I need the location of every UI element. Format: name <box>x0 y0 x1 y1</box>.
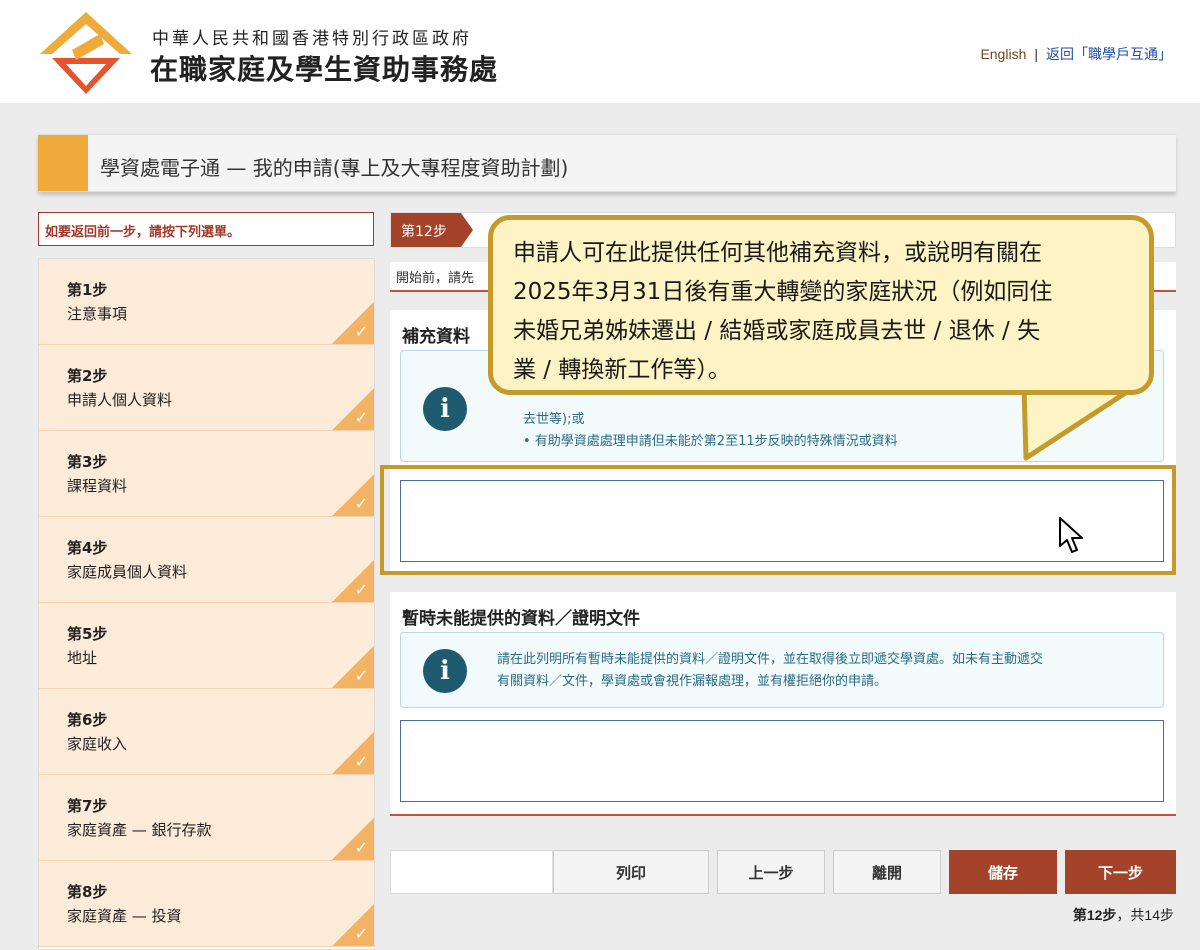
textarea-highlight-frame <box>380 465 1176 575</box>
total-step-count: 共14步 <box>1130 907 1174 923</box>
section-title: 補充資料 <box>402 327 470 347</box>
nav-step-number: 第1步 <box>67 281 108 299</box>
completed-check-icon: ✓ <box>332 302 374 344</box>
callout-line: 未婚兄弟姊妹遷出 / 結婚或家庭成員去世 / 退休 / 失 <box>513 318 1041 344</box>
nav-step-label: 注意事項 <box>67 305 128 323</box>
print-button[interactable]: 列印 <box>553 850 709 894</box>
info-icon: i <box>423 649 467 693</box>
gov-name: 中華人民共和國香港特別行政區政府 <box>152 29 472 49</box>
current-step-badge: 第12步 <box>391 213 473 247</box>
completed-check-icon: ✓ <box>332 646 374 688</box>
nav-item-step-3[interactable]: 第3步 課程資料 ✓ <box>39 431 374 517</box>
nav-step-label: 家庭資產 — 投資 <box>67 907 182 925</box>
nav-step-label: 課程資料 <box>67 477 128 495</box>
completed-check-icon: ✓ <box>332 388 374 430</box>
current-step-count: 第12步 <box>1072 907 1117 923</box>
nav-item-step-1[interactable]: 第1步 注意事項 ✓ <box>39 259 374 345</box>
next-step-button[interactable]: 下一步 <box>1065 850 1176 894</box>
leave-button[interactable]: 離開 <box>833 850 941 894</box>
nav-item-step-5[interactable]: 第5步 地址 ✓ <box>39 603 374 689</box>
nav-step-number: 第7步 <box>67 797 108 815</box>
nav-hint: 如要返回前一步，請按下列選單。 <box>38 212 374 246</box>
callout-line: 2025年3月31日後有重大轉變的家庭狀況（例如同住 <box>513 279 1053 305</box>
nav-step-number: 第4步 <box>67 539 108 557</box>
page-title-bar: 學資處電子通 — 我的申請(專上及大專程度資助計劃) <box>38 134 1176 192</box>
nav-step-label: 地址 <box>67 649 98 667</box>
nav-step-label: 申請人個人資料 <box>67 391 173 409</box>
english-link[interactable]: English <box>980 46 1026 62</box>
callout-tail <box>1020 386 1140 461</box>
nav-step-number: 第2步 <box>67 367 108 385</box>
nav-item-step-2[interactable]: 第2步 申請人個人資料 ✓ <box>39 345 374 431</box>
info-line: • 有助學資處處理申請但未能於第2至11步反映的特殊情況或資料 <box>523 434 898 449</box>
nav-step-number: 第5步 <box>67 625 108 643</box>
help-callout: 申請人可在此提供任何其他補充資料，或說明有關在 2025年3月31日後有重大轉變… <box>488 215 1154 395</box>
nav-step-label: 家庭收入 <box>67 735 128 753</box>
section-title: 暫時未能提供的資料／證明文件 <box>402 609 640 629</box>
step-progress: 第12步，共14步 <box>1072 907 1174 923</box>
nav-step-label: 家庭資產 — 銀行存款 <box>67 821 212 839</box>
back-to-portal-link[interactable]: 返回「職學戶互通」 <box>1046 46 1172 62</box>
wfsfaa-logo-icon <box>40 12 132 94</box>
info-line: 去世等);或 <box>523 412 585 427</box>
step-nav: 第1步 注意事項 ✓ 第2步 申請人個人資料 ✓ 第3步 課程資料 ✓ 第4步 … <box>38 258 375 950</box>
info-line: 有關資料／文件，學資處或會視作漏報處理，並有權拒絕你的申請。 <box>497 674 888 689</box>
button-row-spacer <box>390 850 553 894</box>
nav-item-step-6[interactable]: 第6步 家庭收入 ✓ <box>39 689 374 775</box>
pending-documents-textarea[interactable] <box>400 720 1164 802</box>
nav-item-step-8[interactable]: 第8步 家庭資產 — 投資 ✓ <box>39 861 374 947</box>
action-buttons: 列印 上一步 離開 儲存 下一步 <box>390 850 1176 894</box>
mouse-pointer-icon <box>1059 517 1083 553</box>
callout-line: 申請人可在此提供任何其他補充資料，或說明有關在 <box>513 240 1042 266</box>
callout-line: 業 / 轉換新工作等）。 <box>513 357 731 383</box>
completed-check-icon: ✓ <box>332 560 374 602</box>
save-button[interactable]: 儲存 <box>949 850 1057 894</box>
link-separator: | <box>1034 46 1038 62</box>
nav-step-number: 第8步 <box>67 883 108 901</box>
nav-item-step-7[interactable]: 第7步 家庭資產 — 銀行存款 ✓ <box>39 775 374 861</box>
nav-item-step-4[interactable]: 第4步 家庭成員個人資料 ✓ <box>39 517 374 603</box>
completed-check-icon: ✓ <box>332 818 374 860</box>
previous-step-button[interactable]: 上一步 <box>717 850 825 894</box>
completed-check-icon: ✓ <box>332 474 374 516</box>
page-title: 學資處電子通 — 我的申請(專上及大專程度資助計劃) <box>100 156 569 180</box>
info-line: 請在此列明所有暫時未能提供的資料／證明文件，並在取得後立即遞交學資處。如未有主動… <box>497 652 1044 667</box>
nav-step-number: 第3步 <box>67 453 108 471</box>
info-box: i 請在此列明所有暫時未能提供的資料／證明文件，並在取得後立即遞交學資處。如未有… <box>400 632 1164 708</box>
completed-check-icon: ✓ <box>332 904 374 946</box>
pending-documents-section: 暫時未能提供的資料／證明文件 i 請在此列明所有暫時未能提供的資料／證明文件，並… <box>390 592 1176 816</box>
completed-check-icon: ✓ <box>332 732 374 774</box>
agency-name: 在職家庭及學生資助事務處 <box>150 53 499 86</box>
site-header: 中華人民共和國香港特別行政區政府 在職家庭及學生資助事務處 English | 返回… <box>0 0 1200 103</box>
info-icon: i <box>423 387 467 431</box>
nav-step-number: 第6步 <box>67 711 108 729</box>
title-accent <box>38 135 88 191</box>
nav-step-label: 家庭成員個人資料 <box>67 563 188 581</box>
header-links: English | 返回「職學戶互通」 <box>980 44 1172 64</box>
